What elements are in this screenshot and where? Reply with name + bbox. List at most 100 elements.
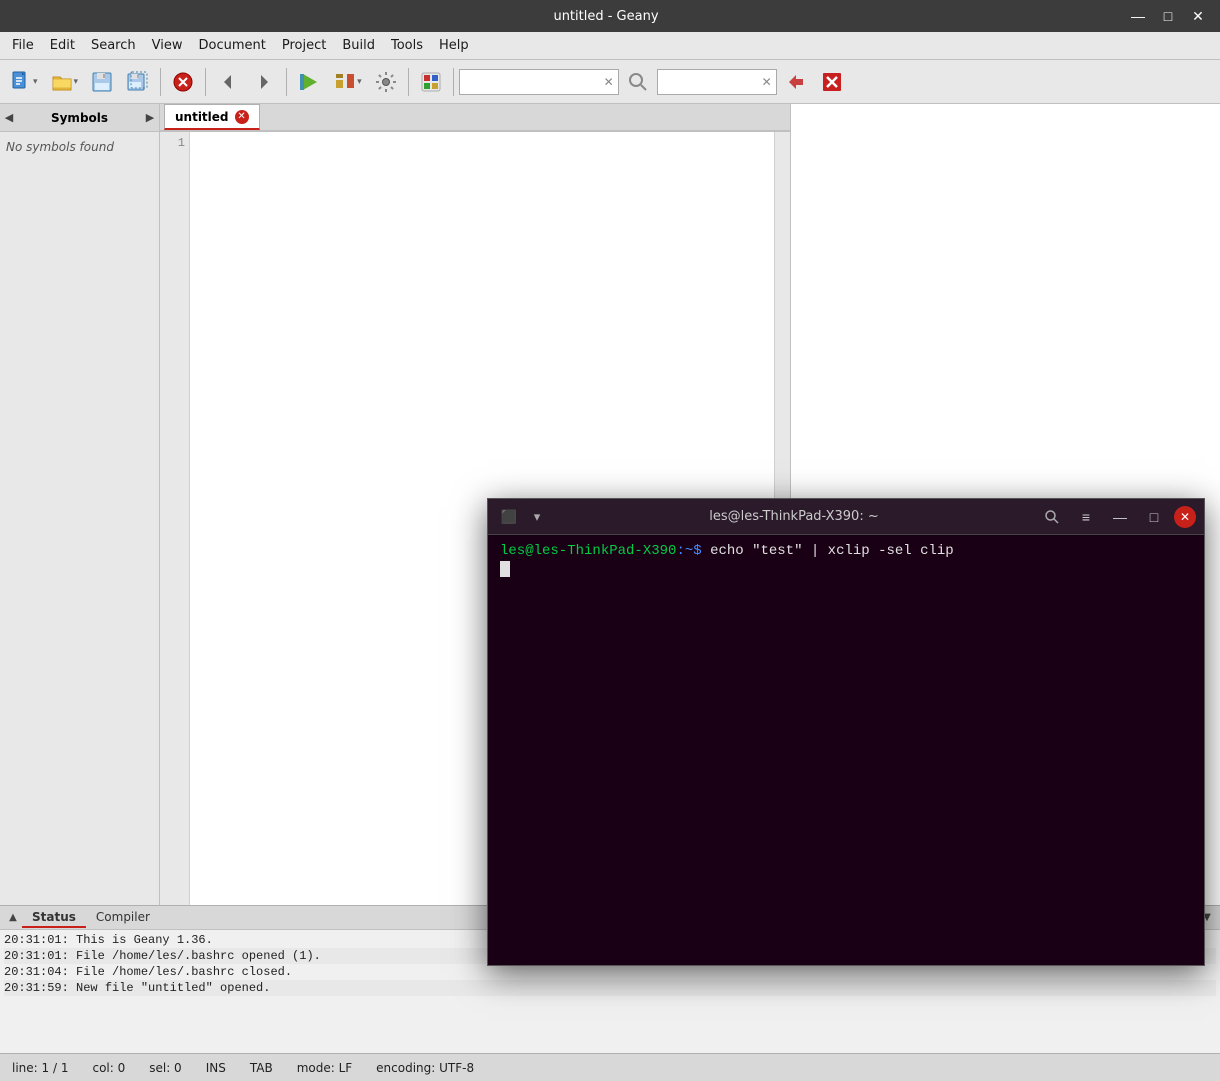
menu-document[interactable]: Document	[190, 34, 273, 57]
status-panel-up-button[interactable]: ▲	[4, 906, 22, 930]
navigate-back-button[interactable]	[211, 65, 245, 99]
save-file-button[interactable]	[85, 65, 119, 99]
menu-file[interactable]: File	[4, 34, 42, 57]
compile-icon	[297, 70, 321, 94]
terminal-search-icon	[1044, 509, 1060, 525]
forward-icon	[252, 70, 276, 94]
title-bar: untitled - Geany — □ ✕	[0, 0, 1220, 32]
statusbar: line: 1 / 1 col: 0 sel: 0 INS TAB mode: …	[0, 1053, 1220, 1081]
menu-help[interactable]: Help	[431, 34, 477, 57]
search-clear-button[interactable]: ✕	[600, 73, 618, 91]
toolbar-sep-4	[408, 68, 409, 96]
search-input[interactable]	[460, 73, 600, 91]
terminal-titlebar: ⬛ ▾ les@les-ThinkPad-X390: ~ ≡ — □ ✕	[488, 499, 1204, 535]
terminal-prompt-path: :~$	[676, 543, 701, 559]
toolbar-sep-2	[205, 68, 206, 96]
new-file-icon	[9, 70, 33, 94]
navigate-forward-button[interactable]	[247, 65, 281, 99]
toolbar-sep-5	[453, 68, 454, 96]
open-file-icon	[50, 70, 74, 94]
save-all-button[interactable]	[121, 65, 155, 99]
jump-icon	[784, 70, 808, 94]
build-icon	[333, 70, 357, 94]
terminal-prompt-user: les@les-ThinkPad-X390	[500, 543, 676, 559]
color-button[interactable]	[414, 65, 448, 99]
compile-button[interactable]	[292, 65, 326, 99]
save-file-icon	[90, 70, 114, 94]
search-icon	[626, 70, 650, 94]
close-current-icon	[171, 70, 195, 94]
jump-button[interactable]	[779, 65, 813, 99]
terminal-command-text: echo "test" | xclip -sel clip	[710, 543, 954, 559]
window-controls: — □ ✕	[1124, 5, 1212, 27]
doc-tab-close-button[interactable]: ✕	[235, 110, 249, 124]
window-title: untitled - Geany	[88, 9, 1124, 24]
toolbar: ▾ ▾ ▾ ✕	[0, 60, 1220, 104]
search-clear-2-button[interactable]: ✕	[758, 73, 776, 91]
preferences-button[interactable]	[369, 65, 403, 99]
terminal-search-button[interactable]	[1038, 503, 1066, 531]
terminal-dropdown-button[interactable]: ▾	[524, 504, 550, 530]
close-button[interactable]: ✕	[1184, 5, 1212, 27]
toolbar-sep-3	[286, 68, 287, 96]
search-box-2[interactable]: ✕	[657, 69, 777, 95]
menu-search[interactable]: Search	[83, 34, 144, 57]
status-tab-status[interactable]: Status	[22, 908, 86, 928]
sidebar-tab-symbols[interactable]: Symbols	[18, 111, 141, 125]
terminal-minimize-button[interactable]: —	[1106, 503, 1134, 531]
save-all-icon	[126, 70, 150, 94]
new-file-button[interactable]: ▾	[4, 65, 43, 99]
terminal-body[interactable]: les@les-ThinkPad-X390:~$ echo "test" | x…	[488, 535, 1204, 965]
terminal-command-line: les@les-ThinkPad-X390:~$ echo "test" | x…	[500, 543, 1192, 559]
line-number: 1	[160, 136, 185, 150]
exit-button[interactable]	[815, 65, 849, 99]
menu-build[interactable]: Build	[334, 34, 383, 57]
maximize-button[interactable]: □	[1154, 5, 1182, 27]
statusbar-tab: TAB	[246, 1061, 277, 1075]
statusbar-line: line: 1 / 1	[8, 1061, 72, 1075]
search-button[interactable]	[621, 65, 655, 99]
doc-tab-label: untitled	[175, 110, 229, 124]
sidebar-tabs: ◀ Symbols ▶	[0, 104, 159, 132]
exit-icon	[820, 70, 844, 94]
terminal-cursor-area[interactable]	[500, 561, 1192, 921]
terminal-option-button[interactable]: ⬛	[496, 504, 522, 530]
menu-view[interactable]: View	[144, 34, 191, 57]
menu-project[interactable]: Project	[274, 34, 334, 57]
doc-tabs: untitled ✕	[160, 104, 790, 132]
gear-icon	[374, 70, 398, 94]
minimize-button[interactable]: —	[1124, 5, 1152, 27]
terminal-close-button[interactable]: ✕	[1174, 506, 1196, 528]
open-file-button[interactable]: ▾	[45, 65, 84, 99]
sidebar-next-button[interactable]: ▶	[141, 104, 159, 132]
statusbar-encoding: encoding: UTF-8	[372, 1061, 478, 1075]
terminal-window: ⬛ ▾ les@les-ThinkPad-X390: ~ ≡ — □ ✕ les…	[487, 498, 1205, 966]
sidebar-content: No symbols found	[0, 132, 159, 905]
terminal-left-buttons: ⬛ ▾	[496, 504, 550, 530]
statusbar-mode: mode: LF	[293, 1061, 356, 1075]
doc-tab-untitled[interactable]: untitled ✕	[164, 104, 260, 130]
log-line-2: 20:31:04: File /home/les/.bashrc closed.	[4, 964, 1216, 980]
terminal-menu-button[interactable]: ≡	[1072, 503, 1100, 531]
statusbar-col: col: 0	[88, 1061, 129, 1075]
no-symbols-label: No symbols found	[6, 140, 114, 154]
search-input-2[interactable]	[658, 73, 758, 91]
menu-bar: File Edit Search View Document Project B…	[0, 32, 1220, 60]
build-button[interactable]: ▾	[328, 65, 367, 99]
status-tab-compiler[interactable]: Compiler	[86, 908, 160, 928]
menu-edit[interactable]: Edit	[42, 34, 83, 57]
line-numbers: 1	[160, 132, 190, 905]
search-box[interactable]: ✕	[459, 69, 619, 95]
sidebar-prev-button[interactable]: ◀	[0, 104, 18, 132]
terminal-title: les@les-ThinkPad-X390: ~	[550, 509, 1038, 524]
color-icon	[419, 70, 443, 94]
statusbar-ins: INS	[202, 1061, 230, 1075]
back-icon	[216, 70, 240, 94]
log-line-3: 20:31:59: New file "untitled" opened.	[4, 980, 1216, 996]
close-file-button[interactable]	[166, 65, 200, 99]
terminal-controls: ≡ — □ ✕	[1038, 503, 1196, 531]
sidebar: ◀ Symbols ▶ No symbols found	[0, 104, 160, 905]
menu-tools[interactable]: Tools	[383, 34, 431, 57]
terminal-maximize-button[interactable]: □	[1140, 503, 1168, 531]
toolbar-sep-1	[160, 68, 161, 96]
